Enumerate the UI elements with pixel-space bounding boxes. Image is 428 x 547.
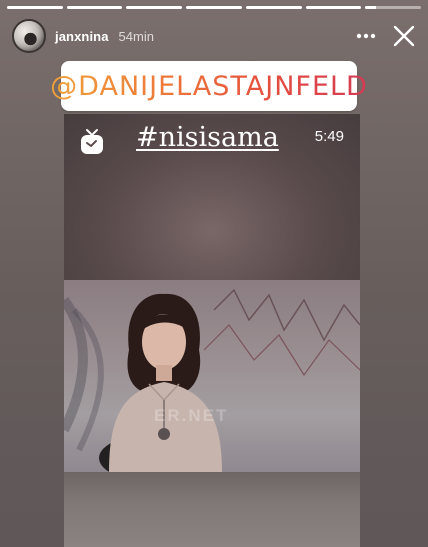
more-horizontal-icon[interactable] [354, 24, 378, 48]
watermark: ER.NET [154, 406, 229, 425]
igtv-icon [79, 128, 105, 156]
video-duration: 5:49 [314, 128, 344, 145]
story-viewer[interactable]: janxnina 54min @DANIJELASTAJNFELD #nisis… [0, 0, 428, 547]
story-header: janxnina 54min [12, 18, 418, 54]
mention-sticker[interactable]: @DANIJELASTAJNFELD [50, 61, 367, 111]
close-icon[interactable] [390, 22, 418, 50]
progress-segment [245, 6, 302, 9]
progress-segment [186, 6, 242, 9]
hashtag[interactable]: #nisisama [136, 122, 279, 153]
card-background-bottom [64, 472, 360, 547]
avatar[interactable] [12, 19, 46, 53]
username[interactable]: janxnina [55, 29, 109, 44]
video-thumbnail[interactable]: ER.NET [64, 280, 360, 472]
shared-igtv-post[interactable]: #nisisama 5:49 ER.NET [64, 114, 360, 547]
progress-segment [305, 6, 362, 9]
progress-segment [66, 6, 123, 9]
progress-segment [365, 6, 422, 9]
mention-text: @DANIJELASTAJNFELD [50, 70, 368, 102]
progress-segment [7, 6, 63, 9]
progress-segment [126, 6, 183, 9]
story-progress-bar [7, 6, 422, 9]
timestamp: 54min [118, 28, 154, 44]
